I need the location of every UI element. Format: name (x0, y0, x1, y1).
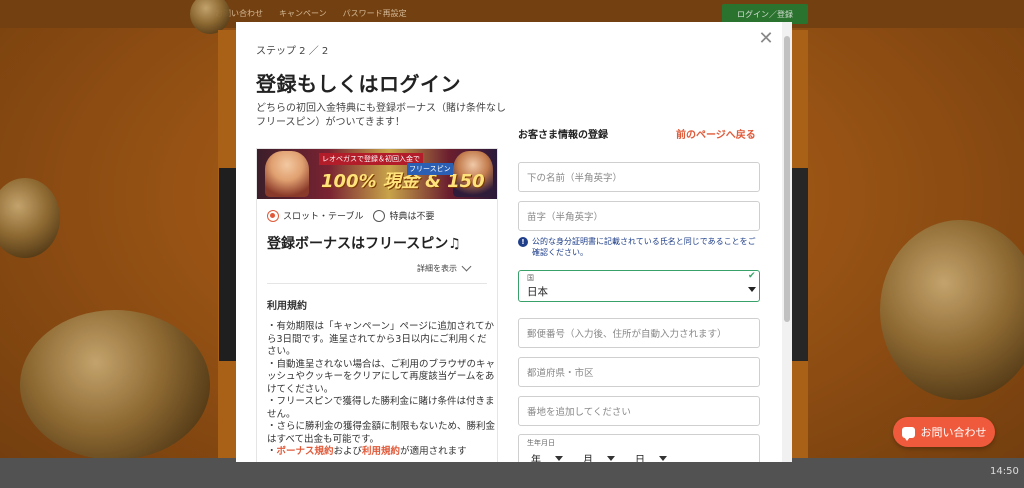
back-link[interactable]: 前のページへ戻る (676, 126, 756, 141)
terms-prefix: ・ (267, 446, 277, 457)
chat-button[interactable]: お問い合わせ (893, 417, 995, 447)
radio-label: 特典は不要 (389, 212, 435, 222)
close-icon[interactable]: ✕ (757, 30, 775, 48)
name-note-text: 公的な身分証明書に記載されている氏名と同じであることをご確認ください。 (532, 237, 756, 257)
general-terms-link[interactable]: 利用規約 (362, 446, 400, 457)
country-label: 国 (527, 274, 534, 282)
radio-slots-table[interactable]: スロット・テーブル (267, 209, 363, 222)
banner-sub: フリースピン (407, 163, 453, 175)
modal-scrollbar[interactable] (782, 22, 792, 462)
banner-amount: 100% 現金 & 150 (321, 171, 485, 192)
postal-code-field[interactable]: 郵便番号（入力後、住所が自動入力されます） (518, 318, 760, 348)
modal-title: 登録もしくはログイン (256, 72, 461, 96)
terms-suffix: が適用されます (400, 446, 467, 457)
dob-day-label: 日 (635, 455, 645, 462)
radio-unselected-icon[interactable] (373, 209, 386, 222)
bonus-radio-group: スロット・テーブル 特典は不要 (267, 209, 434, 222)
check-icon: ✔ (748, 271, 756, 281)
step-indicator: ステップ 2 ／ 2 (256, 46, 329, 57)
date-of-birth-field: 生年月日 年 月 日 (518, 434, 760, 462)
bonus-banner: レオベガスで登録＆初回入金で 100% 現金 & 150 フリースピン (257, 149, 497, 199)
dob-day-select[interactable]: 日 (635, 451, 667, 462)
dob-parts: 年 月 日 (531, 451, 667, 462)
dob-year-label: 年 (531, 455, 541, 462)
terms-item: ・有効期限は「キャンペーン」ページに追加されてから3日間です。進呈されてから3日… (267, 321, 495, 357)
country-value: 日本 (527, 286, 548, 298)
modal-description: どちらの初回入金特典にも登録ボーナス（賭け条件なしフリースピン）がついてきます！ (256, 103, 506, 128)
banner-figure-left (265, 151, 309, 197)
show-details-label: 詳細を表示 (417, 264, 457, 273)
caret-down-icon[interactable] (607, 456, 615, 461)
radio-no-bonus[interactable]: 特典は不要 (373, 209, 434, 222)
terms-title: 利用規約 (267, 301, 307, 312)
caret-down-icon[interactable] (555, 456, 563, 461)
chat-button-label: お問い合わせ (920, 426, 987, 439)
scrollbar-thumb[interactable] (784, 36, 790, 322)
terms-item: ・自動進呈されない場合は、ご利用のブラウザのキャッシュやクッキーをクリアにして再… (267, 358, 496, 395)
terms-list: ・有効期限は「キャンペーン」ページに追加されてから3日間です。進呈されてから3日… (267, 321, 495, 459)
terms-item: ・ボーナス規約および利用規約が適用されます (267, 446, 495, 459)
radio-label: スロット・テーブル (283, 212, 364, 222)
radio-selected-icon[interactable] (267, 209, 279, 222)
dob-month-select[interactable]: 月 (583, 451, 615, 462)
dob-label: 生年月日 (527, 439, 555, 447)
country-select[interactable]: 国 日本 ✔ (518, 270, 760, 302)
city-field[interactable]: 都道府県・市区 (518, 357, 760, 387)
dob-year-select[interactable]: 年 (531, 451, 563, 462)
terms-item: ・さらに勝利金の獲得金額に制限もないため、勝利金はすべて出金も可能です。 (267, 421, 496, 445)
divider (267, 283, 487, 284)
terms-item: ・フリースピンで獲得した勝利金に賭け条件は付きません。 (267, 396, 495, 420)
show-details-toggle[interactable]: 詳細を表示 (417, 261, 472, 274)
bonus-terms-link[interactable]: ボーナス規約 (277, 446, 334, 457)
address-field[interactable]: 番地を追加してください (518, 396, 760, 426)
last-name-field[interactable]: 苗字（半角英字） (518, 201, 760, 231)
caret-down-icon[interactable] (659, 456, 667, 461)
caret-down-icon[interactable] (748, 287, 756, 292)
bonus-title: 登録ボーナスはフリースピン♫ (267, 236, 461, 252)
dob-month-label: 月 (583, 455, 593, 462)
name-note: ! 公的な身分証明書に記載されている氏名と同じであることをご確認ください。 (518, 236, 760, 258)
terms-middle: および (333, 446, 363, 457)
form-heading: お客さま情報の登録 (518, 130, 608, 141)
chevron-down-icon[interactable] (461, 261, 472, 272)
chat-bubble-icon (901, 426, 915, 441)
info-icon: ! (518, 237, 528, 247)
bonus-card: レオベガスで登録＆初回入金で 100% 現金 & 150 フリースピン スロット… (256, 148, 498, 462)
registration-modal: ✕ ステップ 2 ／ 2 登録もしくはログイン どちらの初回入金特典にも登録ボー… (236, 22, 792, 462)
first-name-field[interactable]: 下の名前（半角英字） (518, 162, 760, 192)
